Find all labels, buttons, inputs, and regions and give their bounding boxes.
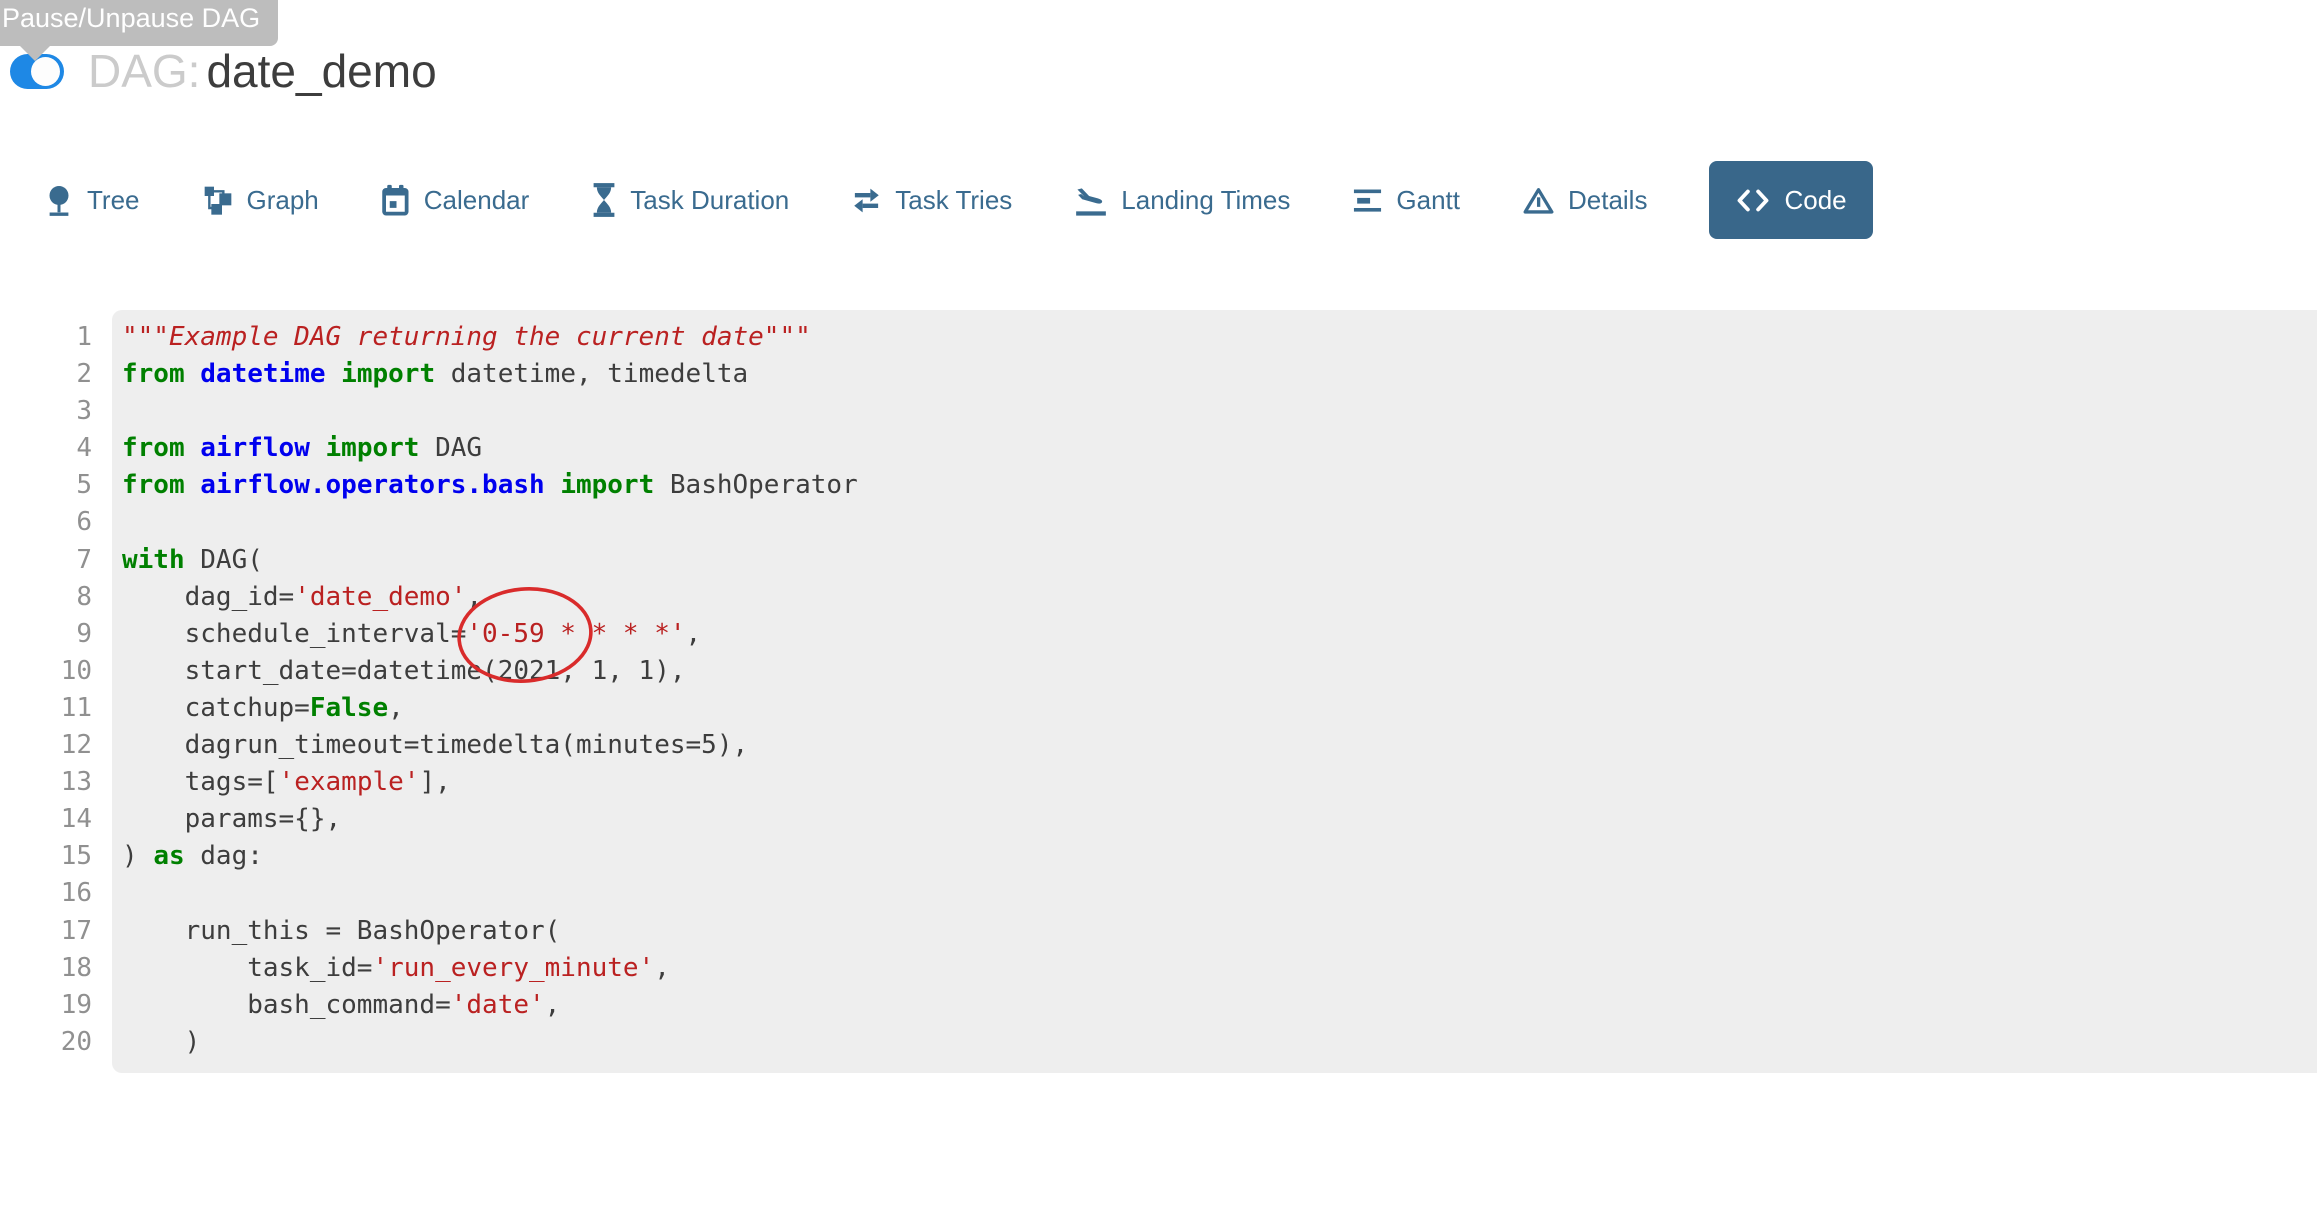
tab-label: Code — [1784, 185, 1846, 216]
code-line: 20 ) — [0, 1024, 2317, 1061]
tab-graph[interactable]: Graph — [202, 184, 319, 216]
code-line: 5 from airflow.operators.bash import Bash… — [0, 467, 2317, 504]
plane-arrival-icon — [1074, 185, 1108, 216]
code-line: 12 dagrun_timeout=timedelta(minutes=5), — [0, 727, 2317, 764]
code-line: 19 bash_command='date', — [0, 987, 2317, 1024]
line-number: 3 — [0, 393, 92, 430]
code-line: 6 — [0, 504, 2317, 541]
code-text: """Example DAG returning the current dat… — [122, 322, 811, 352]
airflow-dag-code-page: Pause/Unpause DAG DAG:date_demo Tree Grap… — [0, 0, 2317, 1228]
code-text: dag_id='date_demo', — [122, 582, 482, 612]
dag-label: DAG: — [88, 45, 200, 97]
code-lines: 1 """Example DAG returning the current da… — [0, 319, 2317, 1061]
page-title: DAG:date_demo — [88, 44, 437, 98]
retry-arrows-icon — [851, 185, 882, 216]
code-text: schedule_interval='0-59 * * * *', — [122, 619, 701, 649]
code-line: 9 schedule_interval='0-59 * * * *', — [0, 616, 2317, 653]
tab-label: Details — [1568, 185, 1647, 216]
line-number: 6 — [0, 504, 92, 541]
line-number: 12 — [0, 727, 92, 764]
pause-tooltip: Pause/Unpause DAG — [0, 0, 278, 46]
code-text: run_this = BashOperator( — [122, 916, 560, 946]
line-number: 19 — [0, 987, 92, 1024]
code-line: 1 """Example DAG returning the current da… — [0, 319, 2317, 356]
line-number: 9 — [0, 616, 92, 653]
code-line: 8 dag_id='date_demo', — [0, 579, 2317, 616]
dag-view-tabs: Tree Graph Calendar Task Duration Task Tries… — [44, 160, 1873, 240]
tab-label: Calendar — [424, 185, 530, 216]
line-number: 10 — [0, 653, 92, 690]
code-text: with DAG( — [122, 545, 263, 575]
code-line: 4 from airflow import DAG — [0, 430, 2317, 467]
code-brackets-icon — [1735, 185, 1771, 216]
tab-task-tries[interactable]: Task Tries — [851, 185, 1012, 216]
tooltip-text: Pause/Unpause DAG — [0, 0, 278, 46]
hourglass-icon — [591, 183, 617, 217]
graph-icon — [202, 184, 234, 216]
tab-label: Task Tries — [895, 185, 1012, 216]
line-number: 5 — [0, 467, 92, 504]
code-text: task_id='run_every_minute', — [122, 953, 670, 983]
tab-calendar[interactable]: Calendar — [381, 184, 530, 217]
tab-label: Tree — [87, 185, 140, 216]
line-number: 13 — [0, 764, 92, 801]
tab-label: Landing Times — [1121, 185, 1290, 216]
code-text: catchup=False, — [122, 693, 404, 723]
code-text: ) — [122, 1027, 200, 1057]
code-text: dagrun_timeout=timedelta(minutes=5), — [122, 730, 748, 760]
line-number: 4 — [0, 430, 92, 467]
line-number: 14 — [0, 801, 92, 838]
line-number: 1 — [0, 319, 92, 356]
tab-gantt[interactable]: Gantt — [1352, 185, 1460, 216]
warning-triangle-icon — [1522, 185, 1555, 216]
gantt-bars-icon — [1352, 185, 1383, 216]
code-line: 16 — [0, 875, 2317, 912]
line-number: 2 — [0, 356, 92, 393]
dag-header: DAG:date_demo — [10, 44, 437, 98]
tree-icon — [44, 184, 74, 217]
calendar-icon — [381, 184, 411, 217]
line-number: 11 — [0, 690, 92, 727]
dag-name: date_demo — [206, 45, 436, 97]
tab-label: Gantt — [1396, 185, 1460, 216]
tab-label: Task Duration — [630, 185, 789, 216]
tab-label: Graph — [247, 185, 319, 216]
line-number: 7 — [0, 542, 92, 579]
code-text: from airflow.operators.bash import BashO… — [122, 470, 858, 500]
line-number: 20 — [0, 1024, 92, 1061]
tab-tree[interactable]: Tree — [44, 184, 140, 217]
code-text: from airflow import DAG — [122, 433, 482, 463]
code-text: from datetime import datetime, timedelta — [122, 359, 748, 389]
code-line: 2 from datetime import datetime, timedelt… — [0, 356, 2317, 393]
code-line: 10 start_date=datetime(2021, 1, 1), — [0, 653, 2317, 690]
code-line: 17 run_this = BashOperator( — [0, 913, 2317, 950]
code-line: 3 — [0, 393, 2317, 430]
tooltip-arrow-icon — [20, 46, 50, 61]
code-line: 18 task_id='run_every_minute', — [0, 950, 2317, 987]
code-line: 11 catchup=False, — [0, 690, 2317, 727]
tab-landing-times[interactable]: Landing Times — [1074, 185, 1290, 216]
code-text: bash_command='date', — [122, 990, 560, 1020]
code-text: start_date=datetime(2021, 1, 1), — [122, 656, 686, 686]
code-text: ) as dag: — [122, 841, 263, 871]
line-number: 8 — [0, 579, 92, 616]
code-line: 13 tags=['example'], — [0, 764, 2317, 801]
code-line: 15 ) as dag: — [0, 838, 2317, 875]
line-number: 17 — [0, 913, 92, 950]
line-number: 18 — [0, 950, 92, 987]
line-number: 15 — [0, 838, 92, 875]
code-line: 14 params={}, — [0, 801, 2317, 838]
code-text: params={}, — [122, 804, 341, 834]
tab-code[interactable]: Code — [1709, 161, 1872, 239]
code-text: tags=['example'], — [122, 767, 451, 797]
tab-task-duration[interactable]: Task Duration — [591, 183, 789, 217]
code-line: 7 with DAG( — [0, 542, 2317, 579]
tab-details[interactable]: Details — [1522, 185, 1647, 216]
line-number: 16 — [0, 875, 92, 912]
